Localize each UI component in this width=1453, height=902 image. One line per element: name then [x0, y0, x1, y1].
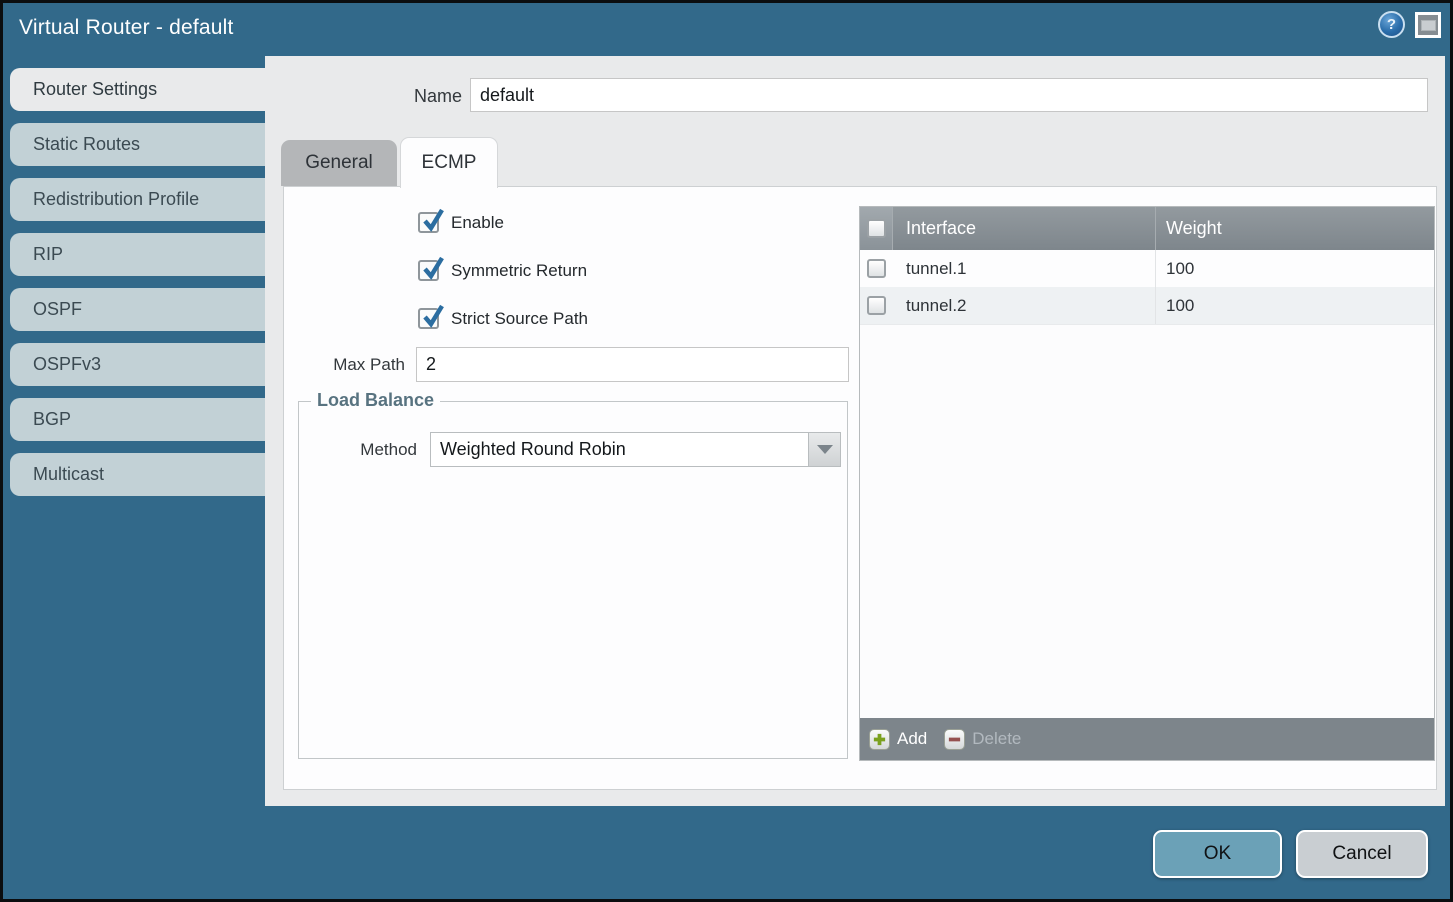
- chevron-down-icon: [817, 445, 833, 454]
- name-input[interactable]: [470, 78, 1428, 112]
- tab-ecmp[interactable]: ECMP: [400, 137, 498, 188]
- row-checkbox[interactable]: [867, 259, 886, 278]
- help-icon[interactable]: ?: [1378, 11, 1405, 38]
- method-label: Method: [299, 432, 417, 467]
- interface-table: Interface Weight tunnel.1 100 tunnel.2 1…: [859, 206, 1435, 761]
- sidebar-item-static-routes[interactable]: Static Routes: [10, 123, 265, 166]
- window-restore-inner: [1421, 20, 1436, 31]
- strict-source-path-checkbox[interactable]: [418, 308, 439, 329]
- enable-label: Enable: [451, 213, 504, 233]
- cancel-button[interactable]: Cancel: [1296, 830, 1428, 878]
- method-select-value: Weighted Round Robin: [431, 433, 808, 466]
- window-restore-icon[interactable]: [1415, 12, 1441, 38]
- enable-checkbox[interactable]: [418, 212, 439, 233]
- sidebar-item-ospfv3[interactable]: OSPFv3: [10, 343, 265, 386]
- virtual-router-dialog: Virtual Router - default ? Router Settin…: [0, 0, 1453, 902]
- table-toolbar: Add Delete: [860, 718, 1434, 760]
- column-header-interface: Interface: [893, 207, 1156, 250]
- sidebar-item-redistribution-profile[interactable]: Redistribution Profile: [10, 178, 265, 221]
- dialog-title: Virtual Router - default: [19, 16, 234, 40]
- sidebar-item-router-settings[interactable]: Router Settings: [10, 68, 265, 111]
- name-label: Name: [265, 78, 462, 114]
- checkmark-icon: [420, 304, 444, 328]
- delete-label: Delete: [972, 729, 1021, 749]
- sidebar-item-rip[interactable]: RIP: [10, 233, 265, 276]
- ecmp-checkbox-group: Enable Symmetric Return Strict Source Pa…: [418, 211, 588, 330]
- load-balance-fieldset: Load Balance Method Weighted Round Robin: [298, 401, 848, 759]
- interface-cell: tunnel.1: [893, 250, 1156, 287]
- ecmp-tab-panel: Enable Symmetric Return Strict Source Pa…: [283, 186, 1437, 790]
- checkmark-icon: [420, 208, 444, 232]
- row-checkbox[interactable]: [867, 296, 886, 315]
- add-plus-icon: [869, 729, 890, 750]
- delete-minus-icon: [944, 729, 965, 750]
- interface-cell: tunnel.2: [893, 287, 1156, 324]
- enable-row: Enable: [418, 211, 588, 234]
- weight-cell: 100: [1156, 296, 1434, 316]
- weight-cell: 100: [1156, 259, 1434, 279]
- select-all-checkbox[interactable]: [867, 219, 886, 238]
- ok-button[interactable]: OK: [1153, 830, 1282, 878]
- symmetric-return-label: Symmetric Return: [451, 261, 587, 281]
- add-button[interactable]: Add: [869, 729, 927, 750]
- add-label: Add: [897, 729, 927, 749]
- header-checkbox-cell: [860, 207, 893, 250]
- sidebar-item-bgp[interactable]: BGP: [10, 398, 265, 441]
- table-empty-area: [860, 324, 1434, 718]
- symmetric-return-checkbox[interactable]: [418, 260, 439, 281]
- strict-source-path-label: Strict Source Path: [451, 309, 588, 329]
- sidebar-item-ospf[interactable]: OSPF: [10, 288, 265, 331]
- row-checkbox-cell: [860, 296, 893, 315]
- delete-button[interactable]: Delete: [944, 729, 1021, 750]
- symmetric-return-row: Symmetric Return: [418, 259, 588, 282]
- table-row[interactable]: tunnel.2 100: [860, 287, 1434, 324]
- tab-general[interactable]: General: [281, 140, 397, 186]
- column-header-weight: Weight: [1156, 207, 1434, 250]
- table-row[interactable]: tunnel.1 100: [860, 250, 1434, 287]
- load-balance-legend: Load Balance: [311, 390, 440, 411]
- content-panel: Name General ECMP Enable Symmetric Retur…: [265, 56, 1445, 806]
- max-path-input[interactable]: [416, 347, 849, 382]
- max-path-label: Max Path: [284, 347, 405, 382]
- method-select[interactable]: Weighted Round Robin: [430, 432, 841, 467]
- table-header: Interface Weight: [860, 207, 1434, 250]
- checkmark-icon: [420, 256, 444, 280]
- help-glyph: ?: [1387, 16, 1396, 33]
- sidebar-item-multicast[interactable]: Multicast: [10, 453, 265, 496]
- row-checkbox-cell: [860, 259, 893, 278]
- sidebar: Router Settings Static Routes Redistribu…: [10, 68, 265, 496]
- titlebar: Virtual Router - default ?: [3, 3, 1450, 56]
- method-dropdown-button[interactable]: [808, 433, 840, 466]
- strict-source-path-row: Strict Source Path: [418, 307, 588, 330]
